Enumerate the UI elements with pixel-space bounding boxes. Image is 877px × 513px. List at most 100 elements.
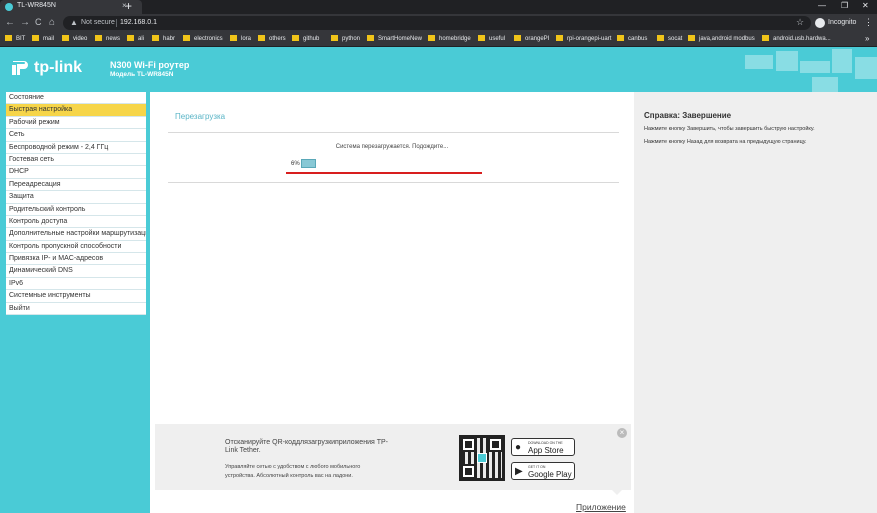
bookmark-folder[interactable]: useful: [478, 35, 505, 44]
app-store-caption: DOWNLOAD ON THE: [528, 441, 563, 445]
bookmark-folder[interactable]: BIT: [5, 35, 25, 44]
bookmark-folder[interactable]: electronics: [183, 35, 223, 44]
folder-icon: [127, 35, 134, 41]
google-play-label: Google Play: [528, 470, 572, 479]
progress-percent: 6%: [291, 161, 300, 167]
bookmark-folder[interactable]: socat: [657, 35, 682, 44]
app-link[interactable]: Приложение: [576, 502, 626, 512]
header-decoration: [812, 77, 838, 92]
sidebar-item[interactable]: Состояние: [6, 92, 146, 105]
folder-icon: [688, 35, 695, 41]
bookmarks-overflow-icon[interactable]: »: [865, 34, 869, 43]
banner-subtitle: Управляйте сетью с удобством с любого мо…: [225, 464, 361, 479]
app-store-button[interactable]: ● DOWNLOAD ON THE App Store: [511, 438, 575, 456]
folder-icon: [230, 35, 237, 41]
router-header: tp-link N300 Wi-Fi роутер Модель TL-WR84…: [0, 47, 877, 92]
bookmark-folder[interactable]: canbus: [617, 35, 647, 44]
tp-link-favicon-icon: [5, 3, 13, 11]
sidebar-item[interactable]: Контроль доступа: [6, 215, 146, 229]
browser-tab-bar: TL-WR845N × + — ❐ ✕: [0, 0, 877, 14]
sidebar-item[interactable]: Родительский контроль: [6, 203, 146, 216]
sidebar-item[interactable]: Привязка IP- и MAC-адресов: [6, 253, 146, 266]
qr-logo: [477, 453, 487, 463]
sidebar-item[interactable]: Контроль пропускной способности: [6, 240, 146, 254]
bookmark-folder[interactable]: others: [258, 35, 286, 44]
sidebar: Состояние Быстрая настройка Рабочий режим С…: [0, 92, 150, 513]
bookmark-folder[interactable]: video: [62, 35, 87, 44]
sidebar-item[interactable]: DHCP: [6, 166, 146, 179]
home-icon[interactable]: ⌂: [49, 17, 55, 28]
folder-icon: [556, 35, 563, 41]
bookmark-folder[interactable]: java,android modbus: [688, 35, 755, 44]
close-window-icon[interactable]: ✕: [862, 1, 869, 10]
bookmark-folder[interactable]: mail: [32, 35, 54, 44]
folder-icon: [292, 35, 299, 41]
url-text[interactable]: 192.168.0.1: [120, 19, 157, 26]
banner-title: Отсканируйте QR-коддлязагрузкиприложения…: [225, 439, 388, 454]
folder-icon: [152, 35, 159, 41]
sidebar-item[interactable]: Выйти: [6, 302, 146, 316]
folder-icon: [657, 35, 664, 41]
header-decoration: [832, 49, 852, 73]
restore-icon[interactable]: ❐: [841, 1, 848, 10]
bookmark-folder[interactable]: github: [292, 35, 319, 44]
bookmark-folder[interactable]: python: [331, 35, 360, 44]
bookmark-folder[interactable]: lora: [230, 35, 251, 44]
app-promo-banner: Отсканируйте QR-коддлязагрузкиприложения…: [155, 424, 631, 495]
folder-icon: [183, 35, 190, 41]
sidebar-item[interactable]: Динамический DNS: [6, 265, 146, 278]
tp-link-logo-icon: [12, 61, 28, 75]
qr-finder: [488, 437, 503, 452]
folder-icon: [367, 35, 374, 41]
bookmark-folder[interactable]: habr: [152, 35, 175, 44]
bookmark-star-icon[interactable]: ☆: [796, 17, 804, 28]
sidebar-item[interactable]: Дополнительные настройки маршрутизации: [6, 228, 146, 241]
folder-icon: [62, 35, 69, 41]
back-icon[interactable]: ←: [5, 17, 15, 28]
address-bar[interactable]: ▲ Not secure 192.168.0.1 ☆: [63, 16, 811, 30]
incognito-icon[interactable]: [815, 18, 825, 28]
sidebar-item[interactable]: Рабочий режим: [6, 116, 146, 130]
reload-icon[interactable]: C: [35, 17, 42, 28]
sidebar-item[interactable]: Системные инструменты: [6, 290, 146, 303]
sidebar-item[interactable]: Беспроводной режим - 2,4 ГГц: [6, 141, 146, 154]
bookmark-folder[interactable]: orangePI: [514, 35, 549, 44]
bookmark-folder[interactable]: homebridge: [428, 35, 471, 44]
sidebar-item[interactable]: Сеть: [6, 129, 146, 142]
google-play-button[interactable]: ▶ GET IT ON Google Play: [511, 462, 575, 480]
forward-icon[interactable]: →: [20, 17, 30, 28]
model-label: Модель TL-WR845N: [110, 71, 174, 78]
qr-code: [459, 435, 505, 481]
browser-tab[interactable]: TL-WR845N ×: [0, 0, 142, 14]
sidebar-item[interactable]: Гостевая сеть: [6, 153, 146, 167]
sidebar-item[interactable]: Защита: [6, 191, 146, 204]
bookmarks-bar: BIT mail video news ali habr electronics…: [0, 32, 877, 47]
sidebar-item[interactable]: IPv6: [6, 277, 146, 291]
google-play-caption: GET IT ON: [528, 465, 546, 469]
divider: [168, 182, 619, 183]
sidebar-item[interactable]: Быстрая настройка: [6, 104, 146, 117]
sidebar-item[interactable]: Переадресация: [6, 178, 146, 192]
bookmark-folder[interactable]: ali: [127, 35, 144, 44]
header-decoration: [776, 51, 798, 71]
folder-icon: [331, 35, 338, 41]
folder-icon: [617, 35, 624, 41]
minimize-icon[interactable]: —: [818, 1, 826, 10]
header-decoration: [745, 55, 773, 69]
security-label[interactable]: Not secure: [81, 19, 115, 26]
incognito-label[interactable]: Incognito: [828, 19, 856, 26]
browser-menu-icon[interactable]: ⋮: [864, 17, 873, 28]
status-message: Система перезагружается. Подождите...: [335, 144, 449, 150]
bookmark-folder[interactable]: android.usb.hardwa...: [762, 35, 831, 44]
bookmark-folder[interactable]: SmartHomeNew: [367, 35, 422, 44]
divider: [168, 132, 619, 133]
bookmark-folder[interactable]: rpi-orangepi-uart: [556, 35, 611, 44]
tp-link-logo: tp-link: [34, 59, 82, 76]
help-text: Нажмите кнопку Завершить, чтобы завершит…: [644, 126, 815, 132]
help-panel: Справка: Завершение Нажмите кнопку Завер…: [634, 92, 877, 513]
app-store-label: App Store: [528, 446, 564, 455]
close-icon[interactable]: ×: [617, 428, 627, 438]
bookmark-folder[interactable]: news: [95, 35, 120, 44]
new-tab-button[interactable]: +: [125, 0, 132, 13]
browser-toolbar: ← → C ⌂ ▲ Not secure 192.168.0.1 ☆ Incog…: [0, 14, 877, 32]
